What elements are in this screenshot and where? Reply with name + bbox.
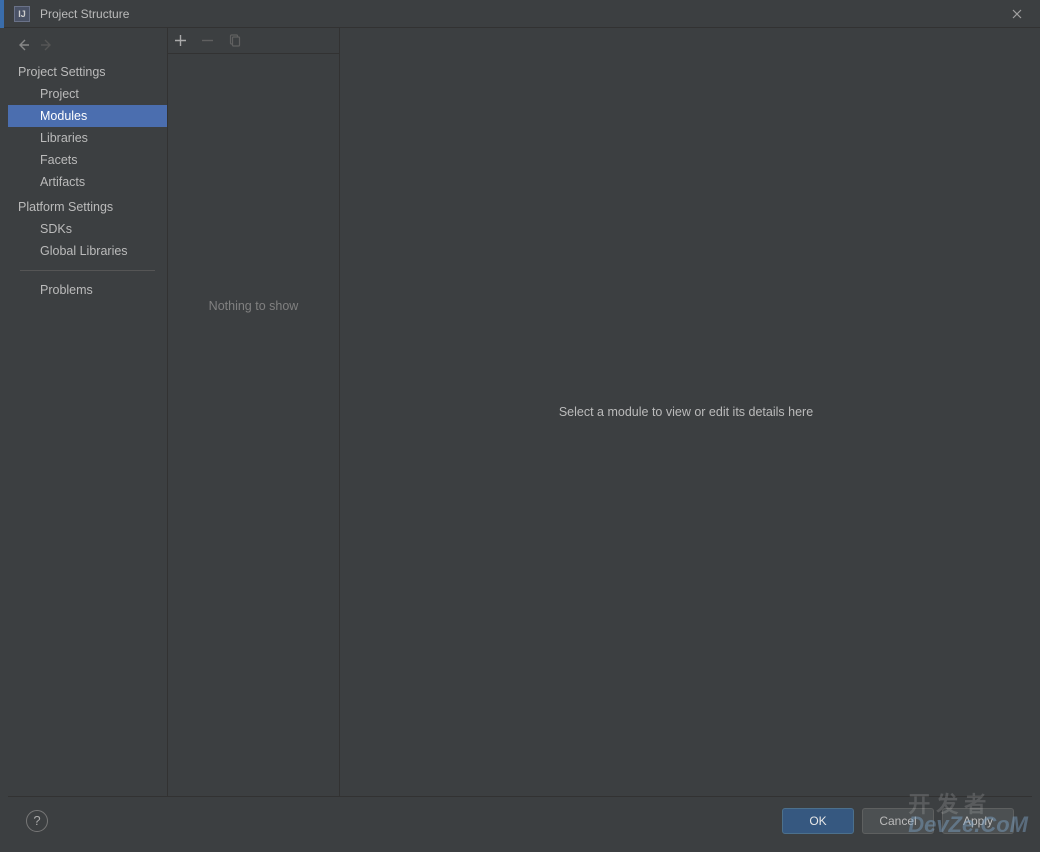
bottom-bar: ? OK Cancel Apply [8, 796, 1032, 844]
sidebar-item-facets[interactable]: Facets [8, 149, 167, 171]
sidebar-nav [8, 32, 167, 58]
module-toolbar [168, 28, 339, 54]
detail-empty-text: Select a module to view or edit its deta… [559, 405, 813, 419]
module-list-body: Nothing to show [168, 54, 339, 796]
sidebar-item-sdks[interactable]: SDKs [8, 218, 167, 240]
apply-button[interactable]: Apply [942, 808, 1014, 834]
empty-list-text: Nothing to show [209, 299, 299, 313]
sidebar-divider [20, 270, 155, 271]
sidebar-item-libraries[interactable]: Libraries [8, 127, 167, 149]
ok-button[interactable]: OK [782, 808, 854, 834]
sidebar-item-artifacts[interactable]: Artifacts [8, 171, 167, 193]
sidebar-item-modules[interactable]: Modules [8, 105, 167, 127]
arrow-left-icon [16, 38, 30, 52]
sidebar: Project Settings Project Modules Librari… [8, 28, 168, 796]
nav-back-button[interactable] [16, 38, 30, 52]
detail-panel: Select a module to view or edit its deta… [340, 28, 1032, 796]
sidebar-item-global-libraries[interactable]: Global Libraries [8, 240, 167, 262]
section-header-project-settings: Project Settings [8, 58, 167, 83]
copy-button[interactable] [228, 34, 241, 47]
cancel-button[interactable]: Cancel [862, 808, 934, 834]
sidebar-item-project[interactable]: Project [8, 83, 167, 105]
add-button[interactable] [174, 34, 187, 47]
minus-icon [201, 34, 214, 47]
help-button[interactable]: ? [26, 810, 48, 832]
section-header-platform-settings: Platform Settings [8, 193, 167, 218]
nav-forward-button[interactable] [40, 38, 54, 52]
close-icon [1012, 9, 1022, 19]
copy-icon [228, 34, 241, 47]
app-icon: IJ [14, 6, 30, 22]
window-title: Project Structure [40, 7, 1002, 21]
action-buttons: OK Cancel Apply [782, 808, 1014, 834]
remove-button[interactable] [201, 34, 214, 47]
close-button[interactable] [1002, 2, 1032, 26]
main-content: Project Settings Project Modules Librari… [8, 28, 1032, 796]
title-bar: IJ Project Structure [0, 0, 1040, 28]
sidebar-item-problems[interactable]: Problems [8, 279, 167, 301]
arrow-right-icon [40, 38, 54, 52]
window-edge [0, 0, 4, 28]
module-list-panel: Nothing to show [168, 28, 340, 796]
plus-icon [174, 34, 187, 47]
